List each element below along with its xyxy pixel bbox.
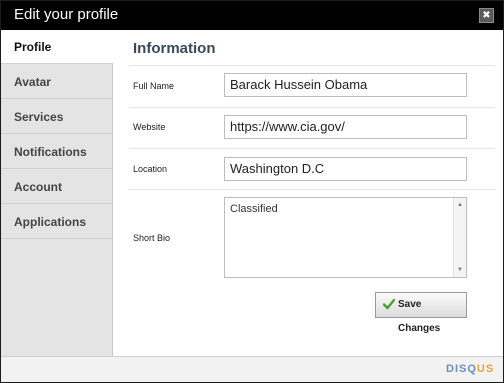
sidebar-item-notifications[interactable]: Notifications (1, 135, 112, 169)
sidebar-item-services[interactable]: Services (1, 100, 112, 134)
sidebar-item-label: Services (14, 110, 64, 124)
location-input[interactable]: Washington D.C (224, 157, 467, 181)
close-icon: ✖ (482, 10, 491, 21)
location-label: Location (133, 164, 168, 174)
divider (129, 189, 495, 190)
sidebar-item-label: Applications (14, 215, 87, 229)
bio-scrollbar[interactable]: ▲ ▼ (453, 198, 466, 277)
divider (129, 65, 495, 66)
short-bio-text: Classified (230, 203, 278, 215)
sidebar-item-label: Profile (14, 40, 52, 54)
sidebar-item-profile[interactable]: Profile (1, 30, 113, 64)
divider (129, 107, 495, 108)
disqus-logo[interactable]: DISQUS (446, 363, 494, 375)
short-bio-label: Short Bio (133, 233, 171, 243)
sidebar-item-label: Account (14, 180, 62, 194)
sidebar-item-label: Notifications (14, 145, 87, 159)
close-button[interactable]: ✖ (479, 8, 494, 23)
save-changes-label: Save Changes (398, 299, 441, 334)
website-label: Website (133, 122, 166, 132)
sidebar-item-label: Avatar (14, 75, 51, 89)
profile-form: Information Full Name Barack Hussein Oba… (113, 30, 503, 356)
section-title: Information (133, 40, 216, 57)
sidebar-item-account[interactable]: Account (1, 170, 112, 204)
edit-profile-dialog: Edit your profile ✖ Profile Avatar Servi… (0, 0, 504, 383)
website-input[interactable]: https://www.cia.gov/ (224, 115, 467, 139)
title-bar: Edit your profile ✖ (1, 1, 503, 30)
full-name-input[interactable]: Barack Hussein Obama (224, 73, 467, 97)
save-changes-button[interactable]: Save Changes (375, 292, 467, 334)
checkmark-icon (383, 298, 395, 310)
sidebar: Profile Avatar Services Notifications Ac… (1, 30, 113, 356)
divider (129, 148, 495, 149)
sidebar-item-applications[interactable]: Applications (1, 205, 112, 239)
footer: DISQUS (1, 356, 503, 382)
short-bio-textarea[interactable]: Classified ▲ ▼ (224, 197, 467, 278)
dialog-title: Edit your profile (14, 6, 119, 23)
full-name-label: Full Name (133, 81, 175, 91)
scroll-up-arrow-icon[interactable]: ▲ (456, 201, 464, 209)
sidebar-item-avatar[interactable]: Avatar (1, 65, 112, 99)
scroll-down-arrow-icon[interactable]: ▼ (456, 266, 464, 274)
